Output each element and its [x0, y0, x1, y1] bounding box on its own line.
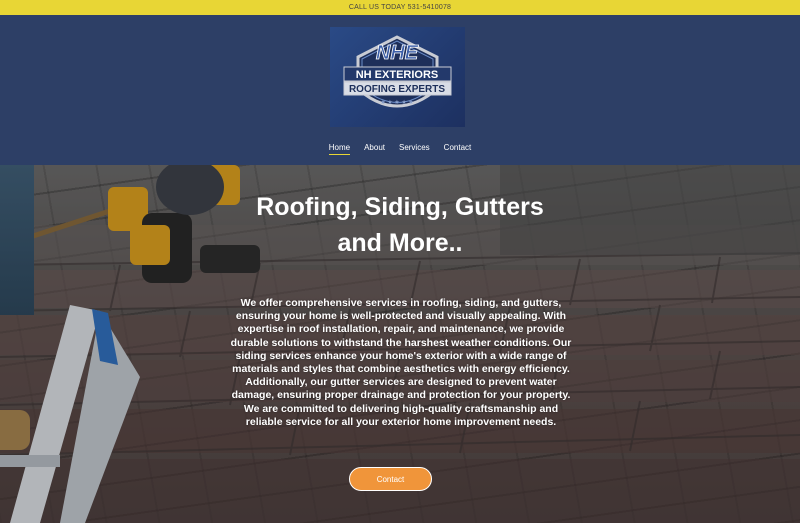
company-logo[interactable]: NHE NH EXTERIORS ROOFING EXPERTS ★ ★ ★ ★… — [330, 27, 465, 127]
hero-title-line1: Roofing, Siding, Gutters — [256, 193, 544, 221]
logo-monogram: NHE — [376, 42, 419, 64]
logo-graphic: NHE NH EXTERIORS ROOFING EXPERTS ★ ★ ★ ★… — [343, 35, 452, 108]
hero-section: Roofing, Siding, Gutters and More.. We o… — [0, 165, 800, 523]
logo-stars-icon: ★ ★ ★ ★ ★ — [380, 99, 414, 106]
hero-description: We offer comprehensive services in roofi… — [230, 297, 572, 428]
nav-about[interactable]: About — [364, 143, 385, 155]
main-nav: Home About Services Contact — [0, 143, 800, 155]
announcement-bar: CALL US TODAY 531-5410078 — [0, 0, 800, 15]
logo-line2: ROOFING EXPERTS — [349, 84, 445, 95]
logo-line1: NH EXTERIORS — [356, 69, 439, 81]
contact-button[interactable]: Contact — [349, 467, 432, 491]
nav-home[interactable]: Home — [328, 143, 351, 155]
hero-title-line2: and More.. — [337, 229, 463, 257]
hero-title: Roofing, Siding, Gutters and More.. — [200, 189, 600, 261]
phone-text: CALL US TODAY 531-5410078 — [348, 4, 452, 11]
site-header: NHE NH EXTERIORS ROOFING EXPERTS ★ ★ ★ ★… — [0, 15, 800, 165]
nav-services[interactable]: Services — [399, 143, 430, 155]
nav-contact[interactable]: Contact — [444, 143, 472, 155]
